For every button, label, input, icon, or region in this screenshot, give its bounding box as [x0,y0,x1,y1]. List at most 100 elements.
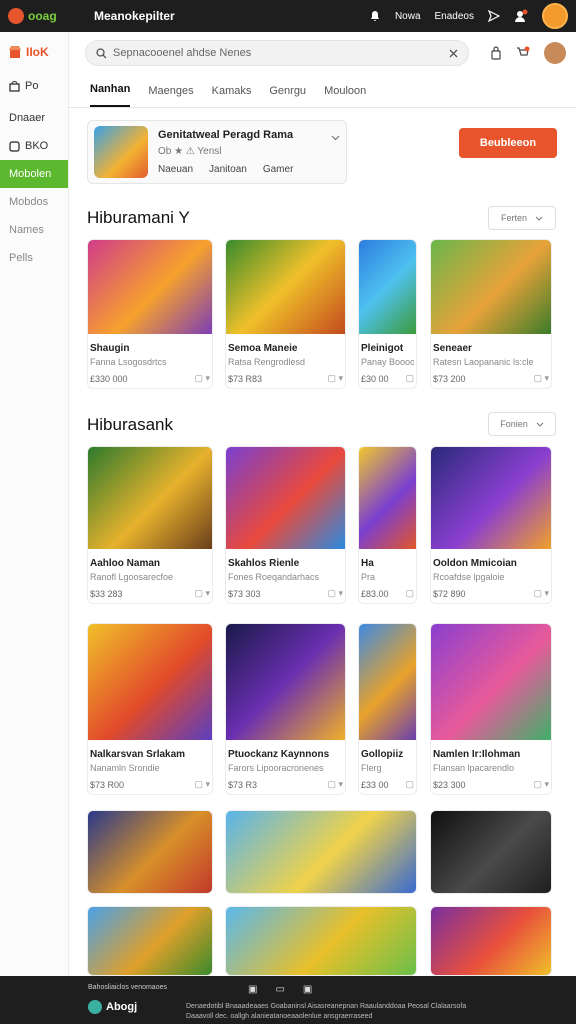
product-card[interactable]: Ha Pra £83.00 ▢ [358,446,417,604]
featured-title: Genitatweal Peragd Rama [158,129,294,141]
product-image [88,624,212,740]
sidebar-item-bko[interactable]: BKO [0,132,68,160]
product-tile[interactable] [430,906,552,976]
product-card[interactable]: Pleinigot Panay Boooot £30 00 ▢ [358,239,417,389]
add-to-cart-icon[interactable]: ▢ ▾ [533,373,549,384]
profile-avatar[interactable] [544,42,566,64]
product-card[interactable]: Seneaer Ratesn Laopananic ls:cle $73 200… [430,239,552,389]
add-to-cart-icon[interactable]: ▢ [405,373,414,384]
add-to-cart-icon[interactable]: ▢ ▾ [327,373,343,384]
add-to-cart-icon[interactable]: ▢ [405,588,414,599]
sidebar-brand[interactable]: IIoK [0,32,68,72]
product-card[interactable]: Shaugin Fanna Lsogosdrtcs £330 000 ▢ ▾ [87,239,213,389]
bell-icon[interactable] [369,10,381,22]
product-tile[interactable] [87,810,213,894]
lock-icon[interactable] [490,46,502,60]
top-bar-actions: Nowa Enadeos [369,3,568,29]
primary-cta-button[interactable]: Beubleeon [459,128,557,158]
product-image [226,240,345,334]
tab-kamaks[interactable]: Kamaks [212,85,252,107]
add-to-cart-icon[interactable]: ▢ ▾ [194,779,210,790]
product-name: Ha [361,558,374,569]
product-subtitle: Ratesn Laopananic ls:cle [433,357,534,367]
user-avatar[interactable] [542,3,568,29]
cart-notification-icon[interactable] [516,46,530,60]
social-icon-1[interactable]: ▣ [248,984,257,995]
sidebar-item-dnaaer[interactable]: Dnaaer [0,104,68,132]
product-name: Ooldon Mmicoian [433,558,517,569]
product-price: $73 R83 [228,373,263,384]
product-tile[interactable] [87,906,213,976]
sidebar-item-label: Pells [9,252,33,264]
featured-thumbnail [94,126,148,178]
social-icon-2[interactable]: ▭ [275,984,284,995]
footer-legal: Denaedotibl Bnaaadeaaes Goabaninsl Aisas… [186,1003,467,1020]
add-to-cart-icon[interactable]: ▢ ▾ [327,779,343,790]
add-to-cart-icon[interactable]: ▢ ▾ [533,779,549,790]
product-name: Aahloo Naman [90,558,161,569]
product-card[interactable]: Gollopiiz Flerg £33 00 ▢ [358,623,417,795]
add-to-cart-icon[interactable]: ▢ ▾ [533,588,549,599]
featured-link-0[interactable]: Naeuan [158,164,193,175]
add-to-cart-icon[interactable]: ▢ ▾ [327,588,343,599]
footer-logo-icon [88,1000,102,1014]
product-subtitle: Ranofl Lgoosarecfoe [90,572,174,582]
top-link-1[interactable]: Enadeos [435,11,474,22]
sidebar-item-mobolen[interactable]: Mobolen [0,160,68,188]
product-card[interactable]: Skahlos Rienle Fones Roeqandarhacs $73 3… [225,446,346,604]
send-icon[interactable] [488,10,500,22]
sidebar-item-label: Mobdos [9,196,49,208]
tab-maenges[interactable]: Maenges [148,85,193,107]
sort-dropdown-2[interactable]: Fonien [488,412,556,436]
add-to-cart-icon[interactable]: ▢ [405,779,414,790]
product-tile[interactable] [430,810,552,894]
sidebar-item-mobdos[interactable]: Mobdos [0,188,68,216]
search-value: Sepnacooenel ahdse Nenes [113,47,252,59]
sidebar-item-po[interactable]: Po [0,72,68,100]
app-title: Meanokepilter [94,9,175,23]
product-name: Nalkarsvan Srlakam [90,749,186,760]
featured-meta: Genitatweal Peragd Rama Ob ★ ⚠ Yensl Nae… [158,129,331,175]
search-input[interactable]: Sepnacooenel ahdse Nenes [85,40,469,66]
product-image [359,447,416,549]
tab-genrgu[interactable]: Genrgu [269,85,306,107]
product-card[interactable]: Ptuockanz Kaynnons Farors Lipooracronene… [225,623,346,795]
product-price: $33 283 [90,588,123,599]
product-card[interactable]: Aahloo Naman Ranofl Lgoosarecfoe $33 283… [87,446,213,604]
app-logo[interactable]: ooag [8,8,78,24]
product-price: $23 300 [433,779,466,790]
product-name: Seneaer [433,343,472,354]
clear-search-icon[interactable] [449,49,458,58]
product-card[interactable]: Nalkarsvan Srlakam Nanamln Srondie $73 R… [87,623,213,795]
featured-link-1[interactable]: Janitoan [209,164,247,175]
product-subtitle: Panay Boooot [361,357,414,367]
logo-text: ooag [28,9,57,23]
add-to-cart-icon[interactable]: ▢ ▾ [194,373,210,384]
product-subtitle: Pra [361,572,376,582]
footer-tagline: Bahosliaiclos venomaoes [88,984,167,991]
sidebar-item-pells[interactable]: Pells [0,244,68,272]
product-tile[interactable] [225,906,417,976]
featured-item[interactable]: Genitatweal Peragd Rama Ob ★ ⚠ Yensl Nae… [87,120,347,184]
search-icon [96,47,107,59]
sidebar-item-label: BKO [25,140,49,152]
social-icon-3[interactable]: ▣ [303,984,312,995]
sort-dropdown-1[interactable]: Ferten [488,206,556,230]
product-name: Namlen Ir:Ilohman [433,749,521,760]
product-tile[interactable] [225,810,417,894]
user-notification-icon[interactable] [514,9,528,23]
product-card[interactable]: Namlen Ir:Ilohman Flansan lpacarendlo $2… [430,623,552,795]
featured-link-2[interactable]: Gamer [263,164,294,175]
sidebar-item-names[interactable]: Names [0,216,68,244]
product-image [431,624,551,740]
chevron-down-icon[interactable] [331,133,340,144]
product-card[interactable]: Semoa Maneie Ratsa Rengrodlesd $73 R83 ▢ … [225,239,346,389]
top-link-0[interactable]: Nowa [395,11,421,22]
product-card[interactable]: Ooldon Mmicoian Rcoafdse lpgaloie $72 89… [430,446,552,604]
tab-nanhan[interactable]: Nanhan [90,83,131,107]
add-to-cart-icon[interactable]: ▢ ▾ [194,588,210,599]
product-price: $72 890 [433,588,466,599]
tab-mouloon[interactable]: Mouloon [324,85,366,107]
section-title-1: Hiburamani Y [87,208,190,227]
footer-brand[interactable]: Abogj [88,1000,137,1014]
